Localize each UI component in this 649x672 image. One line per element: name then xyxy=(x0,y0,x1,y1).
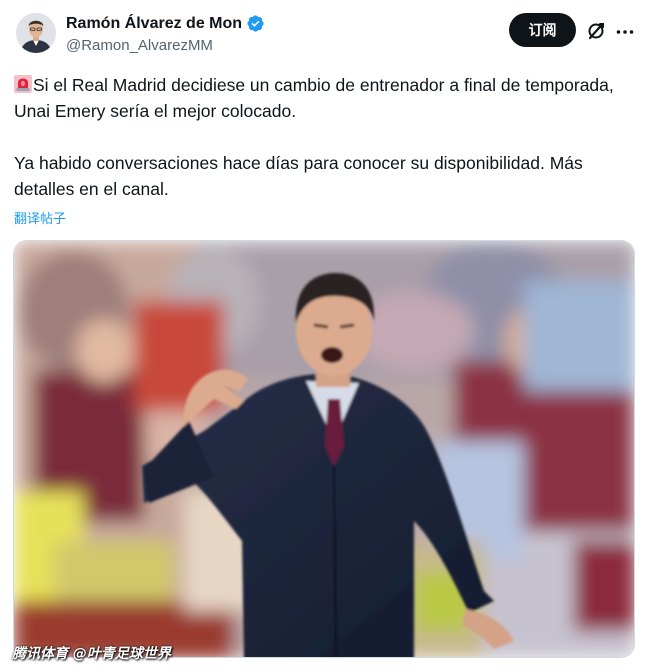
tweet-photo[interactable] xyxy=(13,240,635,658)
rotating-light-icon xyxy=(14,74,32,93)
more-icon[interactable] xyxy=(615,22,635,42)
coach-photo-image xyxy=(14,241,634,657)
author-name-row[interactable]: Ramón Álvarez de Mon xyxy=(66,14,265,33)
verified-badge-icon[interactable] xyxy=(246,14,265,33)
tweet-paragraph-1: Si el Real Madrid decidiese un cambio de… xyxy=(14,72,634,124)
tweet-text: Si el Real Madrid decidiese un cambio de… xyxy=(14,72,634,202)
tweet-line-2: Ya habido conversaciones hace días para … xyxy=(14,153,583,199)
avatar-image xyxy=(16,13,56,53)
author-handle[interactable]: @Ramon_AlvarezMM xyxy=(66,37,213,54)
grok-icon[interactable] xyxy=(586,21,606,41)
translate-post-link[interactable]: 翻译帖子 xyxy=(14,208,66,227)
subscribe-button[interactable]: 订阅 xyxy=(509,13,576,47)
author-display-name[interactable]: Ramón Álvarez de Mon xyxy=(66,15,242,33)
avatar[interactable] xyxy=(16,13,56,53)
tweet-line-1: Si el Real Madrid decidiese un cambio de… xyxy=(14,75,614,121)
photo-watermark: 腾讯体育 @叶青足球世界 xyxy=(12,646,171,662)
